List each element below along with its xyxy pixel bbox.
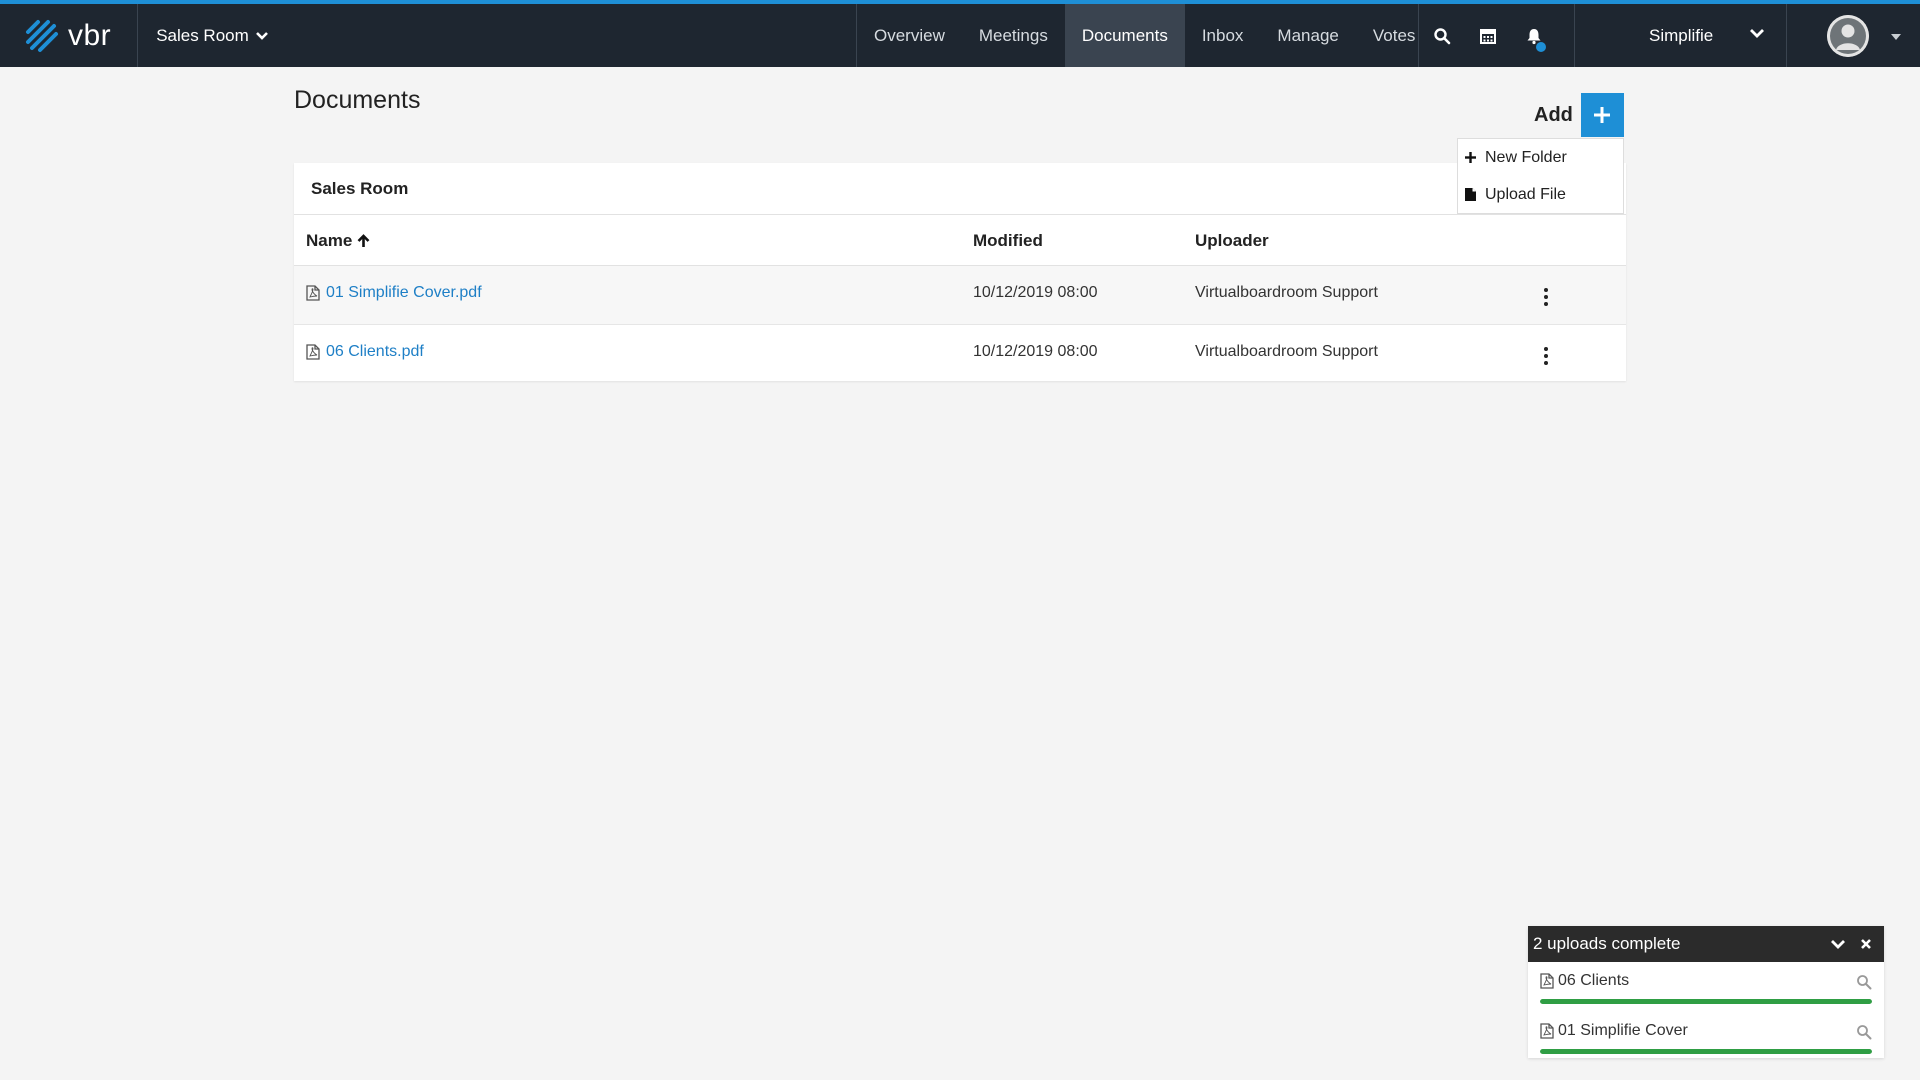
- table-header: Name Modified Uploader: [294, 215, 1626, 266]
- upload-item: 06 Clients: [1528, 962, 1884, 1012]
- pdf-file-icon: [306, 285, 320, 301]
- row-actions-button[interactable]: [1540, 286, 1552, 308]
- search-icon: [1857, 975, 1872, 990]
- kebab-dot: [1544, 361, 1548, 365]
- close-tray-button[interactable]: [1852, 926, 1880, 962]
- file-uploader: Virtualboardroom Support: [1195, 343, 1378, 360]
- search-icon: [1434, 27, 1451, 44]
- upload-tray: 2 uploads complete 06 Clients 01 Simplif…: [1528, 926, 1884, 1058]
- nav-documents[interactable]: Documents: [1064, 4, 1185, 67]
- file-name: 01 Simplifie Cover.pdf: [326, 284, 482, 301]
- kebab-dot: [1544, 354, 1548, 358]
- calendar-icon: [1480, 28, 1496, 44]
- chevron-down-icon: [1831, 939, 1845, 949]
- upload-file-name-label: 06 Clients: [1558, 972, 1630, 989]
- menu-item-new-folder-label: New Folder: [1485, 148, 1567, 166]
- brand-name: vbr: [68, 18, 112, 52]
- column-header-uploader[interactable]: Uploader: [1195, 231, 1269, 251]
- add-button[interactable]: [1580, 93, 1624, 137]
- file-icon: [1465, 188, 1476, 201]
- add-dropdown-menu: New Folder Upload File: [1457, 138, 1624, 214]
- file-uploader: Virtualboardroom Support: [1195, 284, 1378, 301]
- nav-icon-group: [1418, 4, 1557, 67]
- menu-item-new-folder[interactable]: New Folder: [1458, 139, 1623, 176]
- upload-item: 01 Simplifie Cover: [1528, 1012, 1884, 1062]
- row-actions-button[interactable]: [1540, 345, 1552, 367]
- menu-item-upload-file[interactable]: Upload File: [1458, 176, 1623, 213]
- notification-badge: [1536, 42, 1546, 52]
- room-selector[interactable]: Sales Room: [137, 4, 269, 67]
- kebab-dot: [1544, 295, 1548, 299]
- upload-progress-fill: [1540, 999, 1872, 1004]
- plus-icon: [1465, 152, 1476, 163]
- kebab-dot: [1544, 302, 1548, 306]
- file-modified: 10/12/2019 08:00: [973, 284, 1098, 301]
- column-header-modified[interactable]: Modified: [973, 231, 1043, 251]
- add-control: Add: [1534, 93, 1624, 137]
- nav-overview-label: Overview: [874, 25, 945, 45]
- folder-heading-label: Sales Room: [311, 178, 409, 198]
- search-icon: [1857, 1025, 1872, 1040]
- column-header-uploader-label: Uploader: [1195, 231, 1269, 250]
- upload-progress-bar: [1540, 999, 1872, 1004]
- upload-tray-header: 2 uploads complete: [1528, 926, 1884, 962]
- search-button[interactable]: [1419, 4, 1465, 67]
- upload-progress-fill: [1540, 1049, 1872, 1054]
- file-link[interactable]: 06 Clients.pdf: [306, 343, 424, 361]
- room-selector-label: Sales Room: [156, 25, 249, 45]
- view-upload-button[interactable]: [1856, 974, 1872, 995]
- upload-file-name-label: 01 Simplifie Cover: [1558, 1022, 1688, 1039]
- table-row: 06 Clients.pdf 10/12/2019 08:00 Virtualb…: [294, 325, 1626, 383]
- chevron-down-icon: [255, 31, 268, 40]
- file-link[interactable]: 01 Simplifie Cover.pdf: [306, 284, 482, 302]
- upload-progress-bar: [1540, 1049, 1872, 1054]
- column-header-name[interactable]: Name: [306, 231, 370, 251]
- file-modified: 10/12/2019 08:00: [973, 343, 1098, 360]
- org-selector[interactable]: Simplifie: [1574, 4, 1787, 67]
- pdf-file-icon: [306, 344, 320, 360]
- nav-documents-label: Documents: [1081, 25, 1168, 45]
- avatar: [1827, 14, 1869, 57]
- column-header-modified-label: Modified: [973, 231, 1043, 250]
- collapse-tray-button[interactable]: [1824, 926, 1852, 962]
- notifications-button[interactable]: [1511, 4, 1557, 67]
- org-selector-label: Simplifie: [1649, 25, 1714, 45]
- column-header-name-label: Name: [306, 231, 353, 250]
- pdf-file-icon: [1540, 973, 1554, 989]
- nav-overview[interactable]: Overview: [857, 4, 962, 67]
- plus-icon: [1594, 107, 1611, 123]
- pdf-file-icon: [1540, 1023, 1554, 1039]
- upload-status: 2 uploads complete: [1533, 934, 1681, 953]
- file-name: 06 Clients.pdf: [326, 343, 424, 360]
- folder-heading: Sales Room: [294, 163, 1626, 215]
- user-menu[interactable]: [1786, 4, 1920, 67]
- nav-inbox[interactable]: Inbox: [1185, 4, 1261, 67]
- nav-meetings-label: Meetings: [978, 25, 1048, 45]
- main-nav: Overview Meetings Documents Inbox Manage…: [856, 4, 1432, 67]
- documents-panel: Sales Room Name Modified Uploader 01 Sim…: [294, 163, 1626, 381]
- upload-file-name: 01 Simplifie Cover: [1540, 1022, 1688, 1040]
- nav-votes-label: Votes: [1372, 25, 1416, 45]
- chevron-down-icon: [1750, 29, 1764, 38]
- nav-manage[interactable]: Manage: [1260, 4, 1355, 67]
- nav-meetings[interactable]: Meetings: [962, 4, 1065, 67]
- kebab-dot: [1544, 288, 1548, 292]
- brand-logo[interactable]: vbr: [24, 4, 111, 67]
- kebab-dot: [1544, 347, 1548, 351]
- nav-manage-label: Manage: [1277, 25, 1339, 45]
- page-title: Documents: [294, 86, 421, 114]
- upload-file-name: 06 Clients: [1540, 972, 1629, 990]
- vbr-logo-icon: [26, 19, 58, 52]
- menu-item-upload-file-label: Upload File: [1485, 185, 1566, 203]
- table-row: 01 Simplifie Cover.pdf 10/12/2019 08:00 …: [294, 266, 1626, 325]
- view-upload-button[interactable]: [1856, 1024, 1872, 1045]
- user-avatar-icon: [1827, 14, 1869, 57]
- caret-down-icon: [1891, 34, 1901, 40]
- close-icon: [1861, 939, 1871, 949]
- sort-arrow-up-icon: [357, 234, 370, 247]
- top-navbar: vbr Sales Room Overview Meetings Documen…: [0, 0, 1920, 67]
- calendar-button[interactable]: [1465, 4, 1511, 67]
- add-label[interactable]: Add: [1534, 104, 1573, 127]
- nav-inbox-label: Inbox: [1201, 25, 1244, 45]
